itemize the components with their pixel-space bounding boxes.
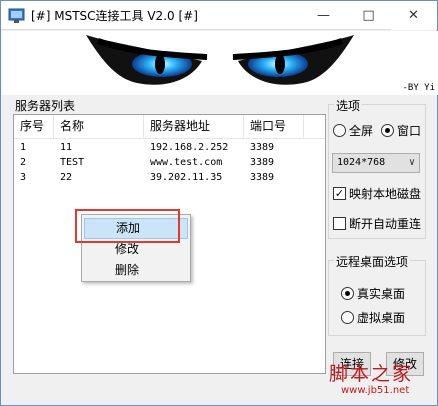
cell-name: 11: [60, 142, 73, 153]
column-header-name[interactable]: 名称: [54, 115, 144, 139]
cell-name: TEST: [60, 157, 85, 168]
cell-address: www.test.com: [150, 157, 223, 168]
real-desktop-radio[interactable]: 真实桌面: [341, 285, 405, 302]
cell-address: 39.202.11.35: [150, 172, 223, 183]
table-row[interactable]: 2 TEST www.test.com 3389: [14, 155, 325, 170]
radio-checked-icon: [381, 124, 394, 137]
cell-address: 192.168.2.252: [150, 142, 229, 153]
checkmark-icon: ✓: [333, 187, 346, 200]
title-bar[interactable]: [#] MSTSC连接工具 V2.0 [#] — □ ✕: [1, 1, 437, 30]
server-list-header: 序号 名称 服务器地址 端口号: [14, 115, 325, 139]
resolution-select[interactable]: 1024*768 ∨: [332, 153, 420, 173]
column-header-port[interactable]: 端口号: [244, 115, 304, 139]
options-title: 选项: [334, 97, 363, 114]
minimize-button[interactable]: —: [301, 1, 346, 30]
virtual-desktop-label: 虚拟桌面: [357, 311, 406, 325]
window-label: 窗口: [397, 124, 422, 138]
virtual-desktop-radio[interactable]: 虚拟桌面: [341, 309, 405, 326]
annotation-highlight-box: [75, 209, 180, 243]
radio-checked-icon: [341, 287, 354, 300]
resolution-value: 1024*768: [337, 157, 386, 168]
map-disk-checkbox[interactable]: ✓ 映射本地磁盘: [333, 185, 421, 202]
cell-index: 3: [20, 172, 27, 183]
app-window: [#] MSTSC连接工具 V2.0 [#] — □ ✕ -BY Yi 服务器列…: [0, 0, 438, 406]
column-header-address[interactable]: 服务器地址: [144, 115, 244, 139]
cell-index: 2: [20, 157, 27, 168]
checkbox-empty-icon: [333, 217, 346, 230]
app-icon: [8, 8, 25, 23]
cell-index: 1: [20, 142, 27, 153]
close-button[interactable]: ✕: [391, 1, 436, 30]
real-desktop-label: 真实桌面: [357, 287, 406, 301]
remote-options-title: 远程桌面选项: [334, 253, 411, 270]
watermark-url: www.jb51.net: [341, 385, 410, 396]
cell-port: 3389: [250, 157, 275, 168]
cell-port: 3389: [250, 172, 275, 183]
column-header-index[interactable]: 序号: [14, 115, 54, 139]
auto-reconnect-label: 断开自动重连: [349, 217, 422, 231]
cell-name: 22: [60, 172, 73, 183]
maximize-button[interactable]: □: [346, 1, 391, 30]
table-row[interactable]: 1 11 192.168.2.252 3389: [14, 140, 325, 155]
cell-port: 3389: [250, 142, 275, 153]
fullscreen-label: 全屏: [349, 124, 374, 138]
chevron-down-icon: ∨: [408, 157, 415, 168]
watermark: 脚本之家 www.jb51.net: [329, 359, 414, 396]
window-title: [#] MSTSC连接工具 V2.0 [#]: [31, 9, 198, 23]
banner-image: -BY Yi: [2, 31, 438, 95]
server-list-title: 服务器列表: [13, 97, 78, 114]
auto-reconnect-checkbox[interactable]: 断开自动重连: [333, 215, 421, 232]
banner-credit: -BY Yi: [402, 83, 435, 93]
window-radio[interactable]: 窗口: [381, 122, 421, 139]
radio-unchecked-icon: [333, 124, 346, 137]
menu-item-delete[interactable]: 删除: [84, 260, 188, 281]
table-row[interactable]: 3 22 39.202.11.35 3389: [14, 170, 325, 185]
radio-unchecked-icon: [341, 311, 354, 324]
fullscreen-radio[interactable]: 全屏: [333, 122, 373, 139]
eyes-artwork-icon: [86, 35, 354, 85]
map-disk-label: 映射本地磁盘: [349, 187, 422, 201]
watermark-chinese: 脚本之家: [329, 363, 414, 385]
